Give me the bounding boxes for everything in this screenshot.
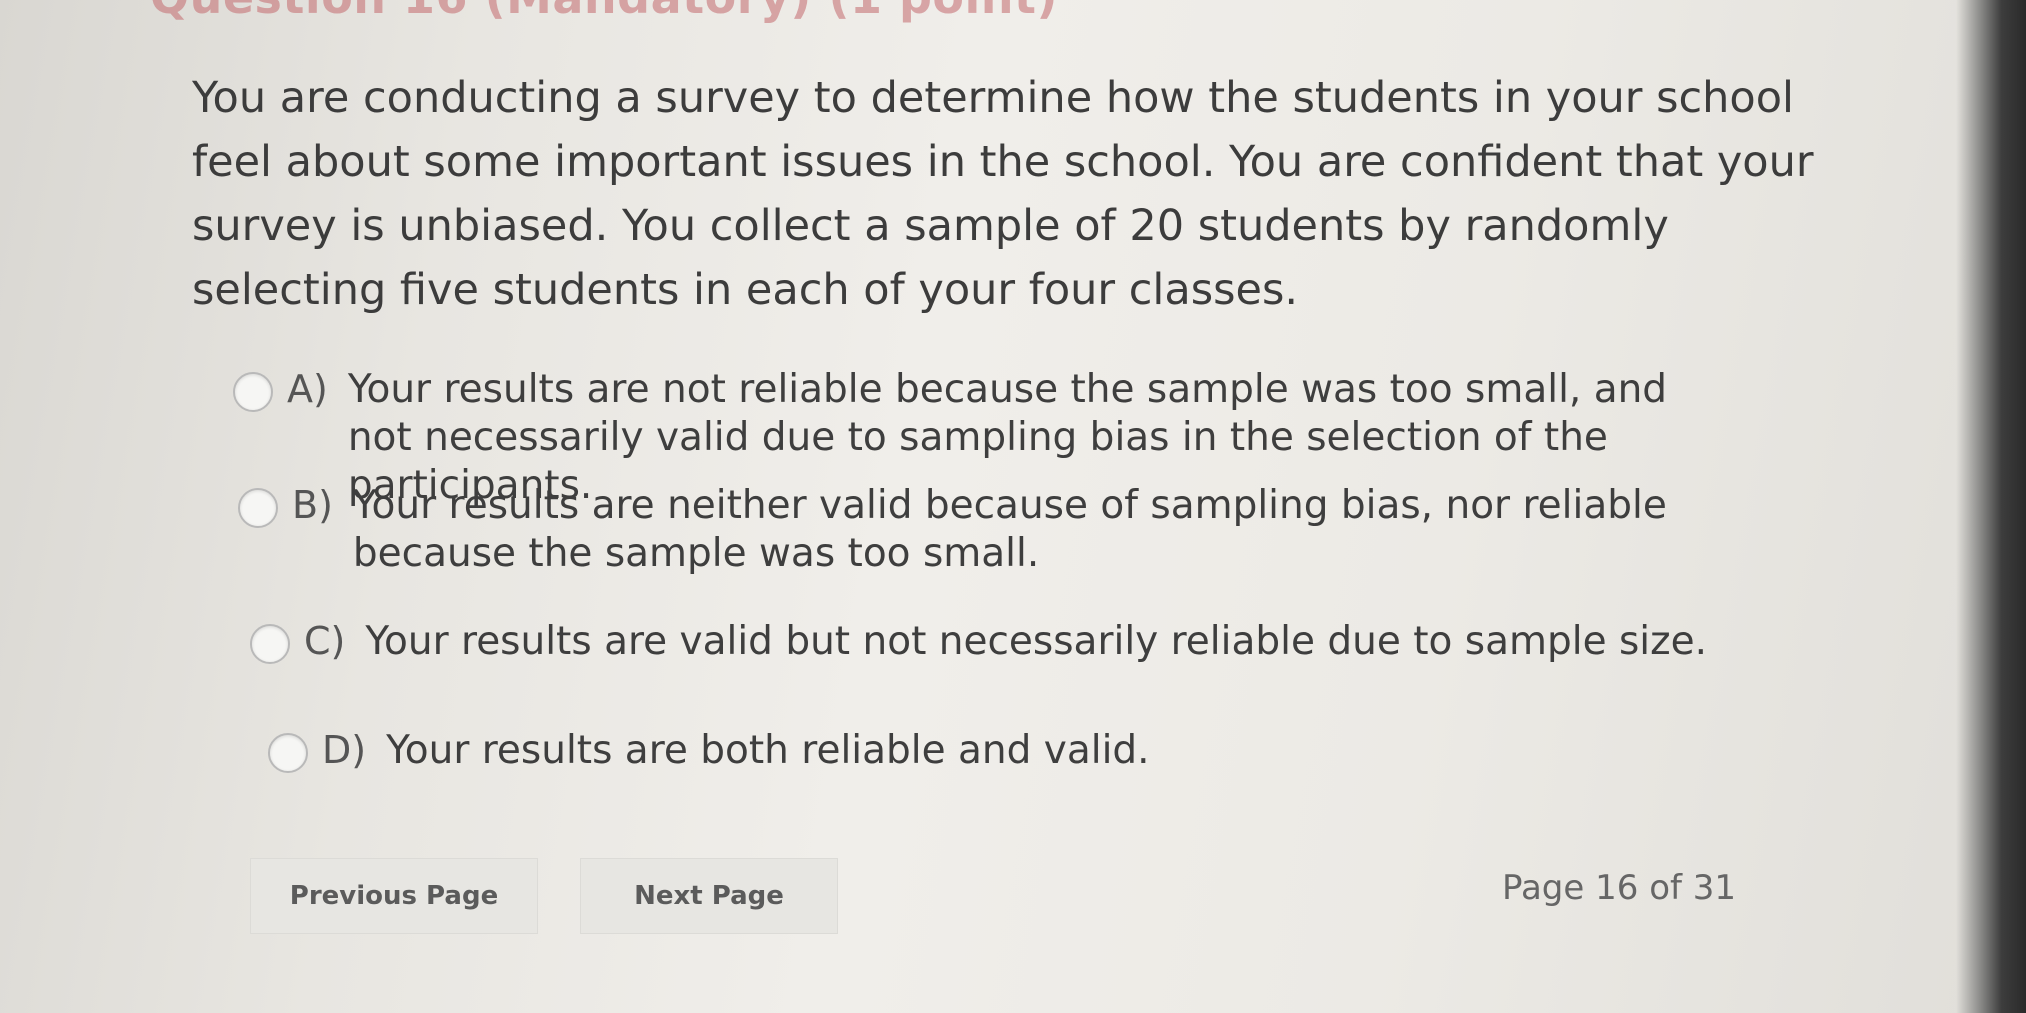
option-d-text: Your results are both reliable and valid… xyxy=(386,728,1150,773)
question-text: You are conducting a survey to determine… xyxy=(192,73,1814,315)
previous-page-button[interactable]: Previous Page xyxy=(250,858,538,934)
next-page-button[interactable]: Next Page xyxy=(580,858,838,934)
option-d-radio[interactable] xyxy=(268,733,308,773)
option-b-radio[interactable] xyxy=(238,488,278,528)
page-indicator: Page 16 of 31 xyxy=(1502,868,1737,908)
option-b-text: Your results are neither valid because o… xyxy=(352,483,1667,576)
option-c-letter: C) xyxy=(304,619,346,663)
option-b[interactable]: B) Your results are neither valid becaus… xyxy=(238,482,1738,578)
option-a-radio[interactable] xyxy=(233,372,273,412)
option-d-letter: D) xyxy=(322,728,367,772)
option-a-letter: A) xyxy=(287,367,328,411)
option-c-radio[interactable] xyxy=(250,624,290,664)
option-b-letter: B) xyxy=(292,483,333,527)
option-c-text: Your results are valid but not necessari… xyxy=(365,619,1707,664)
option-d[interactable]: D) Your results are both reliable and va… xyxy=(268,727,1768,775)
question-title: Question 16 (Mandatory) (1 point) xyxy=(150,0,1058,24)
option-c[interactable]: C) Your results are valid but not necess… xyxy=(250,618,1750,666)
monitor-bezel-edge xyxy=(1956,0,2026,1013)
